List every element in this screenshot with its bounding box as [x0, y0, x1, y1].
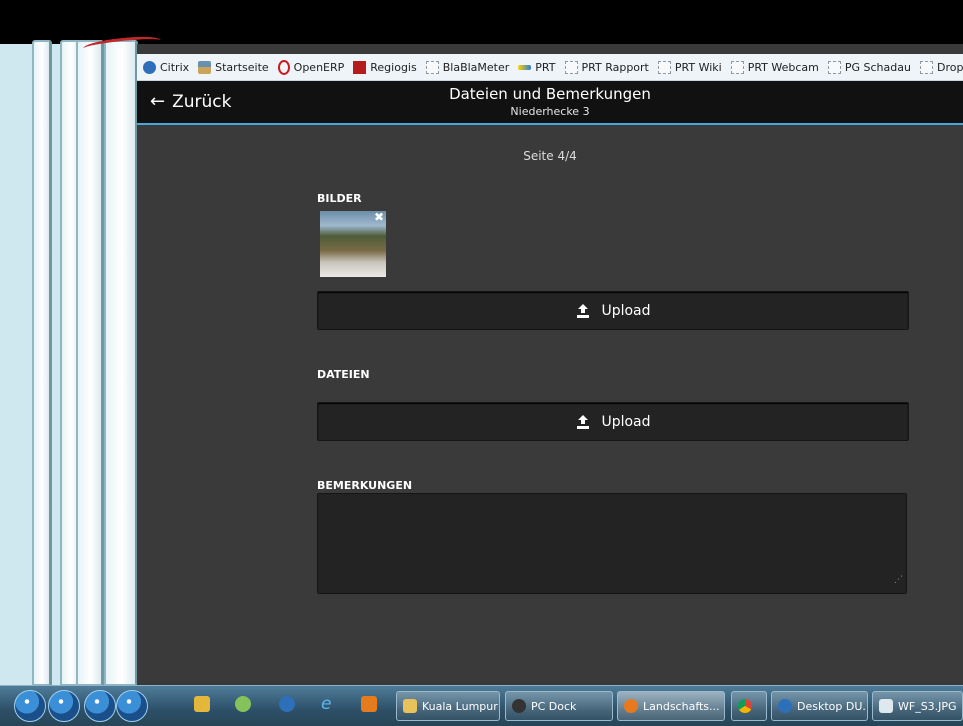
pc-dock-icon — [512, 699, 526, 713]
stacked-window-edge — [76, 40, 104, 686]
start-orb-icon[interactable] — [84, 690, 116, 722]
bookmark-empty-icon — [564, 60, 578, 74]
remarks-section-label: BEMERKUNGEN — [317, 479, 413, 492]
bookmark-citrix[interactable]: Citrix — [143, 60, 189, 74]
bookmark-prt[interactable]: PRT — [518, 61, 556, 74]
remarks-textarea[interactable] — [317, 493, 907, 594]
app-header: ← Zurück Dateien und Bemerkungen Niederh… — [137, 81, 963, 125]
windows-taskbar: e Kuala Lumpur PC Dock Landschafts... De… — [0, 685, 963, 726]
page-indicator: Seite 4/4 — [523, 149, 577, 163]
taskbar-button[interactable] — [731, 691, 767, 721]
bookmarks-bar: Citrix Startseite OpenERP Regiogis BlaBl… — [137, 54, 963, 81]
taskbar-button[interactable]: PC Dock — [505, 691, 613, 721]
remove-image-icon[interactable]: ✖ — [374, 211, 384, 223]
bookmark-prt-rapport[interactable]: PRT Rapport — [564, 60, 649, 74]
files-upload-button[interactable]: Upload — [317, 402, 909, 441]
start-orb-icon[interactable] — [14, 690, 46, 722]
upload-label: Upload — [601, 413, 651, 430]
citrix-icon[interactable] — [279, 696, 295, 712]
folder-icon — [403, 699, 417, 713]
stacked-window-edge — [32, 40, 52, 686]
images-section-label: BILDER — [317, 192, 362, 205]
upload-label: Upload — [601, 302, 651, 319]
citrix-icon — [143, 60, 156, 74]
internet-explorer-icon[interactable]: e — [321, 696, 337, 713]
files-section-label: DATEIEN — [317, 368, 370, 381]
bookmark-regiogis[interactable]: Regiogis — [353, 60, 417, 74]
network-icon[interactable] — [194, 696, 210, 712]
leaf-app-icon[interactable] — [235, 696, 251, 712]
chrome-icon — [738, 699, 752, 713]
bookmark-empty-icon — [730, 60, 744, 74]
taskbar-button-active[interactable]: Landschafts... — [617, 691, 725, 721]
start-orb-icon[interactable] — [116, 690, 148, 722]
page-title: Dateien und Bemerkungen — [449, 85, 651, 103]
firefox-icon — [624, 699, 638, 713]
citrix-icon — [778, 699, 792, 713]
bookmark-prt-webcam[interactable]: PRT Webcam — [730, 60, 819, 74]
bookmark-openerp[interactable]: OpenERP — [277, 59, 344, 75]
flag-line-icon — [518, 64, 532, 70]
bookmark-pg-schadau[interactable]: PG Schadau — [827, 60, 911, 74]
bookmark-empty-icon — [827, 60, 841, 74]
taskbar-button[interactable]: Desktop DU... — [771, 691, 868, 721]
bookmark-prt-wiki[interactable]: PRT Wiki — [657, 60, 722, 74]
page-subtitle: Niederhecke 3 — [510, 105, 590, 118]
taskbar-button[interactable]: Kuala Lumpur — [396, 691, 500, 721]
image-viewer-icon — [879, 699, 893, 713]
bookmark-dropl[interactable]: Dropl — [919, 60, 963, 74]
taskbar-button[interactable]: WF_S3.JPG — [872, 691, 963, 721]
red-mountain-icon — [353, 60, 367, 74]
bookmark-startseite[interactable]: Startseite — [198, 60, 269, 74]
stacked-window-edge — [104, 40, 138, 686]
media-player-icon[interactable] — [361, 696, 377, 712]
bookmark-blablameter[interactable]: BlaBlaMeter — [425, 60, 509, 74]
opera-icon — [277, 59, 290, 75]
home-user-icon — [198, 60, 212, 74]
bookmark-empty-icon — [425, 60, 439, 74]
bookmark-empty-icon — [919, 60, 933, 74]
start-orb-icon[interactable] — [48, 690, 80, 722]
image-thumbnail[interactable]: ✖ — [320, 211, 386, 277]
resize-grip-icon[interactable]: ⋰ — [894, 575, 961, 684]
bookmark-empty-icon — [657, 60, 671, 74]
images-upload-button[interactable]: Upload — [317, 291, 909, 330]
upload-icon — [577, 414, 590, 429]
form-content: Seite 4/4 BILDER ✖ Upload DATEIEN Upload… — [137, 125, 963, 685]
upload-icon — [577, 303, 590, 318]
browser-window: Citrix Startseite OpenERP Regiogis BlaBl… — [137, 44, 963, 685]
